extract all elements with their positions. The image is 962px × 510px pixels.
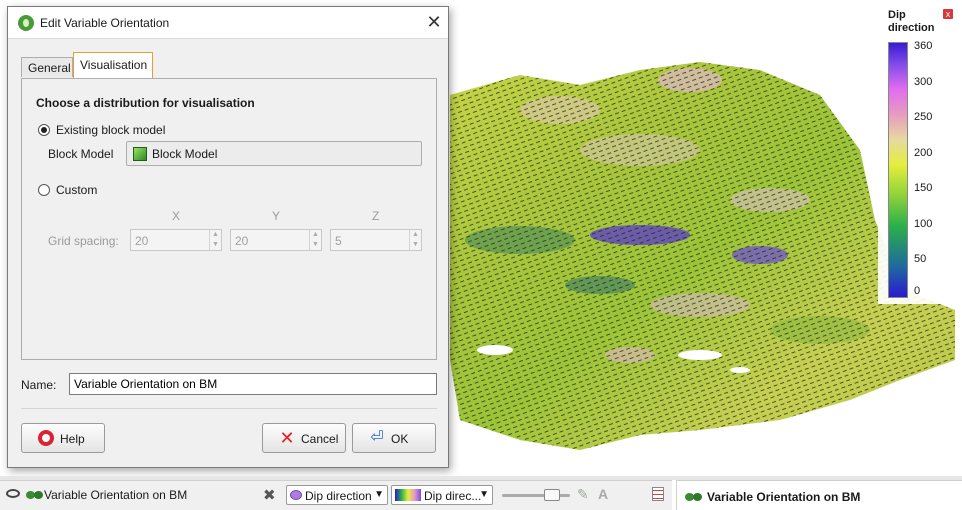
- leapfrog-logo-icon: [18, 15, 34, 31]
- legend-tick: 360: [914, 40, 933, 52]
- properties-title: Variable Orientation on BM: [707, 490, 861, 504]
- variable-orientation-icon: [685, 491, 703, 503]
- chevron-down-icon: ▼: [479, 489, 489, 500]
- spin-arrows-icon[interactable]: ▲ ▼: [209, 230, 221, 250]
- lifebuoy-icon: [38, 430, 54, 446]
- divider: [21, 408, 437, 409]
- custom-radio[interactable]: [38, 184, 50, 196]
- name-label: Name:: [21, 378, 57, 392]
- cancel-button-label: Cancel: [301, 432, 339, 446]
- help-button[interactable]: Help: [21, 423, 105, 453]
- grid-spacing-y-input[interactable]: 20 ▲ ▼: [230, 229, 322, 251]
- transparency-slider-handle[interactable]: [544, 489, 560, 501]
- tab-general[interactable]: General: [21, 57, 73, 77]
- legend-tick: 300: [914, 76, 933, 88]
- existing-block-model-radio[interactable]: [38, 124, 50, 136]
- axis-y-label: Y: [272, 209, 281, 223]
- surface-hole: [730, 367, 750, 373]
- text-a-icon[interactable]: A: [598, 486, 608, 502]
- properties-list-icon[interactable]: [652, 487, 664, 501]
- cancel-x-icon: ✕: [279, 428, 295, 448]
- chevron-down-icon: ▼: [374, 489, 384, 500]
- legend-tick: 150: [914, 182, 933, 194]
- grid-spacing-z-value: 5: [335, 234, 342, 248]
- legend-tick: 250: [914, 111, 933, 123]
- edit-variable-orientation-dialog: Edit Variable Orientation ✕ General Visu…: [7, 6, 449, 468]
- grid-spacing-x-value: 20: [135, 234, 149, 248]
- grid-spacing-z-input[interactable]: 5 ▲ ▼: [330, 229, 422, 251]
- axis-z-label: Z: [372, 209, 380, 223]
- grid-spacing-label: Grid spacing:: [48, 234, 119, 248]
- spin-arrows-icon[interactable]: ▲ ▼: [309, 230, 321, 250]
- block-model-cube-icon: [133, 147, 147, 161]
- layer-name[interactable]: Variable Orientation on BM: [44, 488, 187, 502]
- block-model-label: Block Model: [48, 147, 114, 161]
- legend-title: Dip direction: [888, 9, 935, 34]
- grid-spacing-y-value: 20: [235, 234, 249, 248]
- paint-brush-icon[interactable]: ✎: [577, 486, 589, 503]
- color-legend: Dip direction x 360 300 250 200 150 100 …: [878, 6, 962, 304]
- grid-spacing-x-input[interactable]: 20 ▲ ▼: [130, 229, 222, 251]
- properties-panel-header: Variable Orientation on BM: [676, 480, 962, 510]
- tab-visualisation[interactable]: Visualisation: [73, 52, 153, 78]
- custom-label[interactable]: Custom: [56, 183, 97, 197]
- close-icon[interactable]: x: [943, 9, 953, 19]
- legend-tick: 200: [914, 147, 933, 159]
- ok-button[interactable]: ⏎ OK: [352, 423, 436, 453]
- spin-arrows-icon[interactable]: ▲ ▼: [409, 230, 421, 250]
- help-button-label: Help: [60, 432, 85, 446]
- variable-orientation-icon: [26, 489, 44, 501]
- eye-icon[interactable]: [6, 489, 20, 498]
- existing-block-model-label[interactable]: Existing block model: [56, 123, 165, 137]
- ok-button-label: OK: [391, 432, 409, 446]
- dialog-title: Edit Variable Orientation: [40, 16, 170, 30]
- colormap-gradient-icon: [395, 489, 421, 501]
- cancel-button[interactable]: ✕ Cancel: [262, 423, 346, 453]
- section-heading: Choose a distribution for visualisation: [36, 96, 255, 110]
- attribute-dropdown[interactable]: Dip direction ▼: [286, 485, 388, 505]
- colormap-dropdown[interactable]: Dip direc... ▼: [391, 485, 493, 505]
- block-model-select[interactable]: Block Model: [126, 141, 422, 166]
- axis-x-label: X: [172, 209, 181, 223]
- return-arrow-icon: ⏎: [370, 429, 384, 446]
- close-icon[interactable]: ✕: [424, 12, 444, 32]
- attribute-icon: [290, 490, 302, 500]
- visualisation-panel: Choose a distribution for visualisation …: [21, 78, 437, 360]
- legend-gradient-bar: [888, 42, 908, 298]
- remove-x-icon[interactable]: ✖: [263, 486, 276, 504]
- surface-hole: [477, 345, 513, 355]
- dialog-titlebar[interactable]: Edit Variable Orientation ✕: [8, 7, 448, 39]
- surface-hole: [678, 350, 722, 360]
- legend-tick: 100: [914, 218, 933, 230]
- colormap-value: Dip direc...: [424, 489, 482, 503]
- attribute-value: Dip direction: [305, 489, 372, 503]
- shown-objects-row: Variable Orientation on BM ✖ Dip directi…: [0, 480, 672, 510]
- legend-tick: 0: [914, 285, 921, 297]
- name-input[interactable]: [69, 373, 437, 395]
- block-model-value: Block Model: [152, 147, 218, 161]
- legend-tick: 50: [914, 253, 927, 265]
